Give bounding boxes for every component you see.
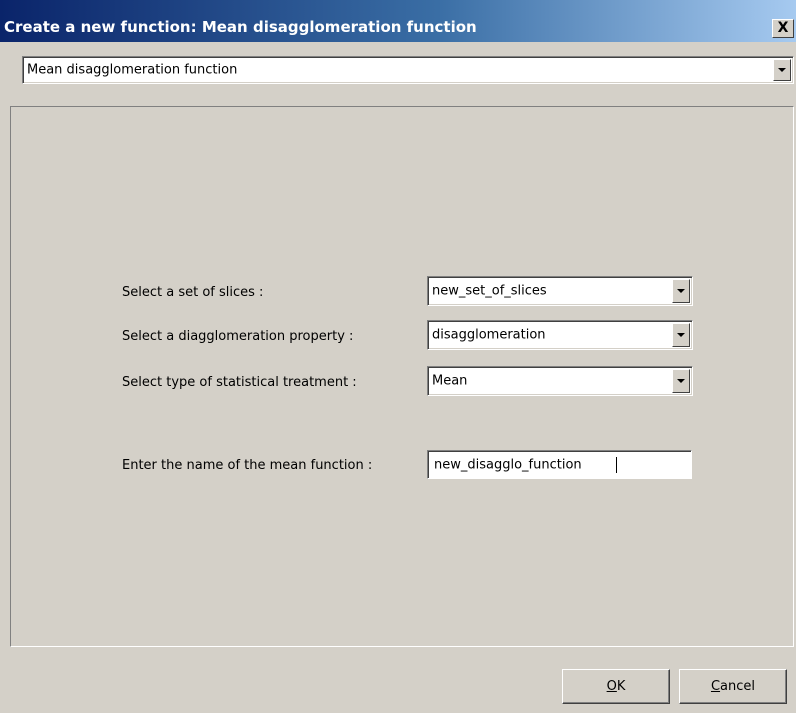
- chevron-down-icon[interactable]: [672, 369, 690, 393]
- cancel-label-rest: ancel: [720, 679, 756, 694]
- treatment-select[interactable]: Mean: [427, 366, 693, 396]
- function-name-value: new_disagglo_function: [434, 457, 582, 472]
- function-name-input[interactable]: new_disagglo_function: [427, 450, 692, 479]
- function-type-value: Mean disagglomeration function: [27, 62, 238, 78]
- property-label: Select a diagglomeration property :: [122, 329, 354, 344]
- cancel-mnemonic: C: [710, 679, 721, 694]
- window-title: Create a new function: Mean disagglomera…: [4, 18, 477, 36]
- ok-mnemonic: O: [606, 679, 617, 694]
- slices-value: new_set_of_slices: [432, 283, 547, 299]
- treatment-value: Mean: [432, 373, 468, 389]
- cancel-button[interactable]: Cancel: [679, 669, 787, 704]
- close-button[interactable]: X: [772, 19, 794, 38]
- text-caret: [616, 457, 617, 473]
- ok-label-rest: K: [616, 679, 626, 694]
- title-bar: Create a new function: Mean disagglomera…: [0, 0, 796, 42]
- ok-button[interactable]: OK: [562, 669, 670, 704]
- slices-label: Select a set of slices :: [122, 285, 264, 300]
- function-type-select[interactable]: Mean disagglomeration function: [22, 56, 794, 84]
- chevron-down-icon[interactable]: [672, 323, 690, 347]
- property-select[interactable]: disagglomeration: [427, 320, 693, 350]
- property-value: disagglomeration: [432, 327, 546, 343]
- slices-select[interactable]: new_set_of_slices: [427, 276, 693, 306]
- chevron-down-icon[interactable]: [773, 59, 791, 81]
- treatment-label: Select type of statistical treatment :: [122, 375, 357, 390]
- close-icon: X: [777, 20, 789, 36]
- chevron-down-icon[interactable]: [672, 279, 690, 303]
- name-label: Enter the name of the mean function :: [122, 458, 373, 473]
